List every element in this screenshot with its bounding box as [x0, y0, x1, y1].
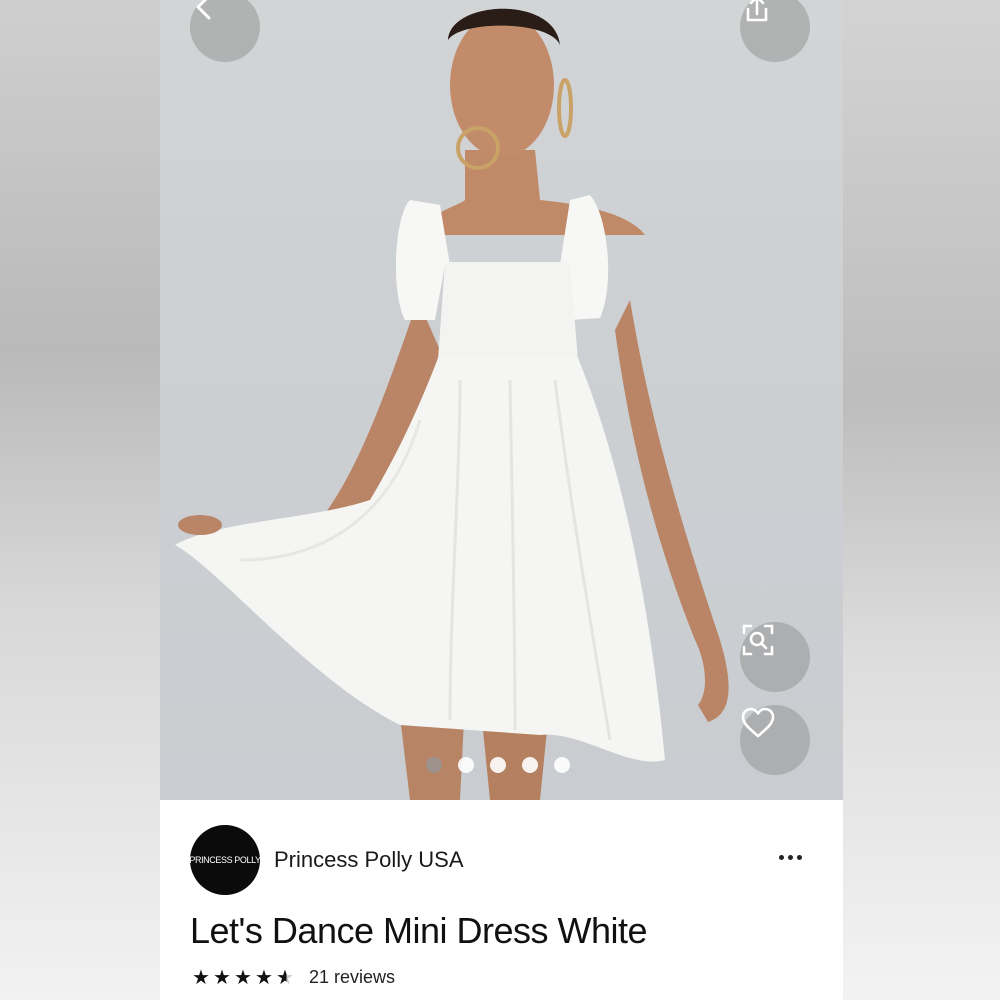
star-icon: ★ [234, 966, 252, 989]
more-horizontal-icon [796, 854, 802, 860]
seller-name[interactable]: Princess Polly USA [274, 847, 464, 873]
product-card: PRINCESS POLLY Princess Polly USA Let's … [160, 0, 843, 1000]
star-icon: ★ [192, 966, 210, 989]
product-info: PRINCESS POLLY Princess Polly USA Let's … [160, 800, 843, 1000]
star-icon: ★ [213, 966, 231, 989]
star-icon: ★ [255, 966, 273, 989]
more-options-button[interactable] [770, 842, 810, 872]
product-title: Let's Dance Mini Dress White [190, 910, 648, 951]
pagination-dot[interactable] [490, 757, 506, 773]
star-half-icon: ★ [276, 968, 297, 988]
pagination-dot[interactable] [522, 757, 538, 773]
share-icon [746, 0, 768, 22]
product-rating[interactable]: ★ ★ ★ ★ ★ 21 reviews [192, 967, 395, 988]
visual-search-icon [742, 624, 774, 656]
more-horizontal-icon [778, 854, 784, 860]
chevron-left-icon [196, 0, 211, 20]
pagination-dot[interactable] [426, 757, 442, 773]
blurred-background-right [843, 0, 1000, 1000]
image-pagination [426, 757, 570, 773]
save-favorite-button[interactable] [740, 705, 810, 775]
visual-search-button[interactable] [740, 622, 810, 692]
model-photo-illustration [175, 8, 729, 800]
more-horizontal-icon [787, 854, 793, 860]
pagination-dot[interactable] [458, 757, 474, 773]
pagination-dot[interactable] [554, 757, 570, 773]
heart-icon [741, 707, 775, 738]
seller-logo[interactable]: PRINCESS POLLY [189, 825, 261, 895]
blurred-background-left [0, 0, 160, 1000]
seller-logo-text: PRINCESS POLLY [189, 855, 261, 865]
reviews-link[interactable]: 21 reviews [309, 967, 395, 988]
product-image[interactable] [160, 0, 843, 800]
